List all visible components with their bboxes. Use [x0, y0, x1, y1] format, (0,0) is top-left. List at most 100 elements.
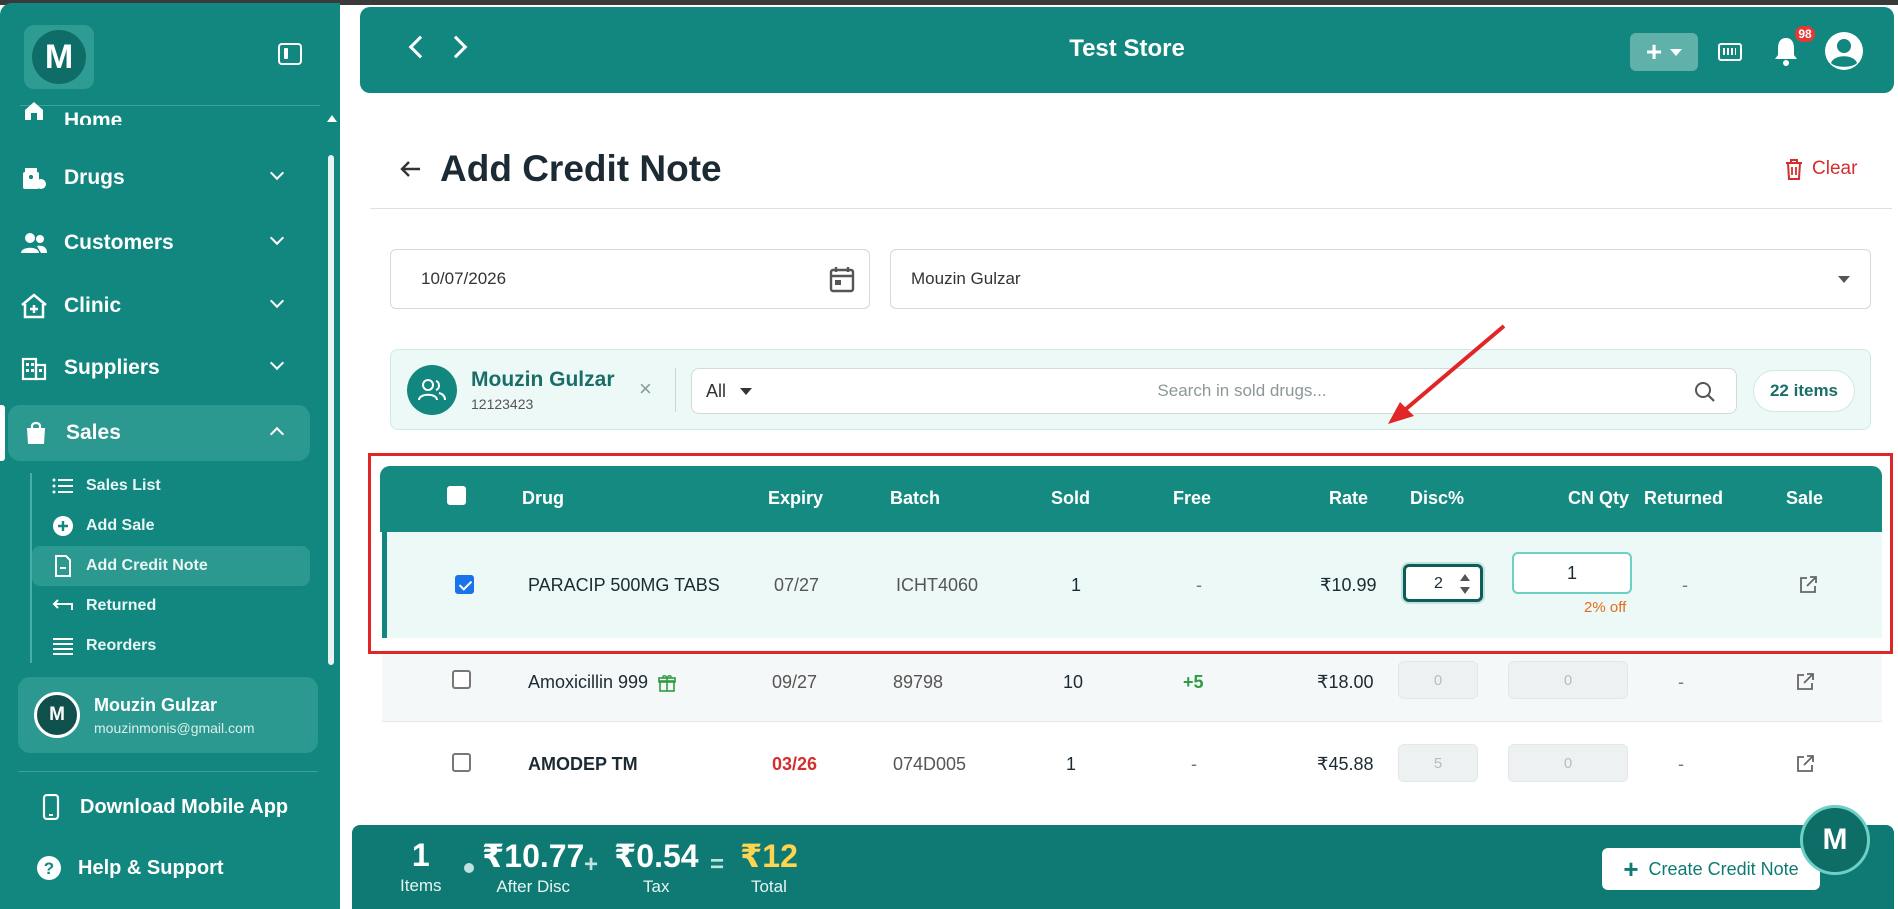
search-icon[interactable] — [1694, 381, 1716, 403]
create-credit-note-button[interactable]: + Create Credit Note — [1602, 848, 1820, 890]
divider — [675, 368, 676, 412]
sidebar-item-sales[interactable]: Sales — [8, 405, 310, 461]
sidebar-subitem-sales-list[interactable]: Sales List — [32, 466, 310, 506]
free: - — [1196, 575, 1202, 595]
items-label: Items — [400, 876, 442, 895]
sidebar-subitem-label: Add Sale — [86, 517, 155, 534]
create-credit-note-label: Create Credit Note — [1648, 858, 1799, 879]
sidebar-subitem-add-sale[interactable]: Add Sale — [32, 506, 310, 546]
download-app-link[interactable]: Download Mobile App — [38, 787, 288, 827]
chevron-up-icon — [269, 426, 285, 442]
expiry: 09/27 — [772, 672, 818, 692]
customer-select[interactable]: Mouzin Gulzar — [890, 249, 1871, 309]
list-icon — [52, 475, 74, 497]
external-link-icon[interactable] — [1798, 575, 1818, 595]
table-row[interactable]: Amoxicillin 999 09/27 89798 10 +5 ₹18.00… — [382, 650, 1882, 722]
sidebar-subitem-label: Reorders — [86, 637, 157, 654]
people-icon — [20, 229, 48, 257]
sidebar-scrollbar[interactable] — [328, 155, 334, 665]
active-indicator — [0, 405, 5, 461]
clear-label: Clear — [1812, 158, 1858, 179]
notification-badge: 98 — [1793, 24, 1817, 44]
rate: ₹18.00 — [1317, 672, 1374, 692]
sidebar-subitem-reorders[interactable]: Reorders — [32, 626, 310, 666]
keyboard-icon[interactable] — [1718, 43, 1742, 61]
logo-letter: M — [32, 30, 86, 84]
remove-customer-icon[interactable]: × — [639, 376, 652, 402]
drug-name: AMODEP TM — [528, 754, 638, 774]
col-batch[interactable]: Batch — [890, 488, 940, 509]
col-rate[interactable]: Rate — [1329, 488, 1368, 509]
sidebar-subitem-add-credit-note[interactable]: Add Credit Note — [32, 546, 310, 586]
drug-name: PARACIP 500MG TABS — [528, 575, 720, 595]
returned: - — [1678, 672, 1684, 692]
total-stat: ₹12 Total — [740, 837, 798, 897]
sidebar-collapse-icon[interactable] — [278, 43, 302, 65]
home-icon — [20, 97, 48, 125]
sidebar-item-label: Drugs — [64, 166, 125, 189]
spinner-icon[interactable] — [1460, 574, 1470, 594]
rate: ₹10.99 — [1320, 575, 1377, 595]
sidebar-item-suppliers[interactable]: Suppliers — [0, 340, 310, 396]
col-drug[interactable]: Drug — [522, 488, 564, 509]
col-sold[interactable]: Sold — [1051, 488, 1090, 509]
scroll-up-icon[interactable] — [327, 115, 337, 122]
caret-down-icon — [740, 388, 753, 395]
table-row[interactable]: AMODEP TM 03/26 074D005 1 - ₹45.88 5 0 - — [382, 722, 1882, 806]
table-row[interactable]: PARACIP 500MG TABS 07/27 ICHT4060 1 - ₹1… — [382, 532, 1882, 638]
sidebar-item-drugs[interactable]: Drugs — [0, 150, 310, 206]
external-link-icon[interactable] — [1795, 672, 1815, 692]
disc-input: 0 — [1398, 661, 1478, 699]
date-field[interactable]: 10/07/2026 — [390, 249, 870, 309]
assistant-bot-button[interactable]: M — [1800, 805, 1870, 875]
disc-value: 2 — [1434, 575, 1443, 592]
col-sale[interactable]: Sale — [1786, 488, 1823, 509]
calendar-icon[interactable] — [829, 265, 855, 293]
col-free[interactable]: Free — [1173, 488, 1211, 509]
sidebar-item-clinic[interactable]: Clinic — [0, 278, 310, 334]
external-link-icon[interactable] — [1795, 754, 1815, 774]
batch: ICHT4060 — [896, 575, 979, 595]
col-disc[interactable]: Disc% — [1410, 488, 1464, 509]
user-card[interactable]: M Mouzin Gulzar mouzinmonis@gmail.com — [18, 677, 318, 753]
app-logo[interactable]: M — [24, 25, 94, 89]
plus-icon: + — [1645, 36, 1663, 67]
total-value: ₹12 — [740, 838, 798, 874]
col-expiry[interactable]: Expiry — [768, 488, 823, 509]
filter-select[interactable]: All — [706, 381, 753, 402]
return-arrow-icon — [52, 595, 74, 617]
sidebar-divider — [18, 771, 318, 772]
sidebar: M Home Drugs Customers Clinic Suppliers — [0, 3, 340, 909]
sidebar-item-customers[interactable]: Customers — [0, 215, 310, 271]
row-checkbox[interactable] — [455, 575, 474, 594]
help-support-link[interactable]: ? Help & Support — [36, 848, 224, 888]
clear-button[interactable]: Clear — [1784, 158, 1857, 180]
batch: 074D005 — [893, 754, 967, 774]
svg-text:?: ? — [44, 859, 54, 878]
chevron-down-icon — [269, 230, 285, 246]
mobile-phone-icon — [38, 794, 64, 820]
disc-input[interactable]: 2 — [1403, 564, 1483, 602]
total-label: Total — [750, 877, 787, 896]
help-support-label: Help & Support — [78, 856, 224, 879]
tax-value: ₹0.54 — [614, 838, 699, 874]
quick-add-button[interactable]: + — [1630, 33, 1698, 71]
user-account-icon[interactable] — [1824, 31, 1864, 71]
sidebar-subitem-returned[interactable]: Returned — [32, 586, 310, 626]
row-checkbox[interactable] — [452, 670, 471, 689]
customer-people-icon — [407, 365, 457, 415]
disc-input: 5 — [1398, 744, 1478, 782]
user-email: mouzinmonis@gmail.com — [94, 719, 255, 736]
caret-down-icon — [1670, 48, 1683, 56]
row-checkbox[interactable] — [452, 753, 471, 772]
col-cn-qty[interactable]: CN Qty — [1568, 488, 1629, 509]
search-input[interactable] — [812, 371, 1672, 411]
cn-qty-input[interactable]: 1 — [1512, 552, 1632, 594]
col-returned[interactable]: Returned — [1644, 488, 1723, 509]
back-arrow-icon[interactable] — [398, 156, 424, 182]
sidebar-item-home[interactable]: Home — [0, 85, 310, 125]
expiry: 03/26 — [772, 754, 818, 774]
returned: - — [1678, 754, 1684, 774]
select-all-checkbox[interactable] — [447, 486, 466, 505]
user-name: Mouzin Gulzar — [94, 694, 217, 715]
